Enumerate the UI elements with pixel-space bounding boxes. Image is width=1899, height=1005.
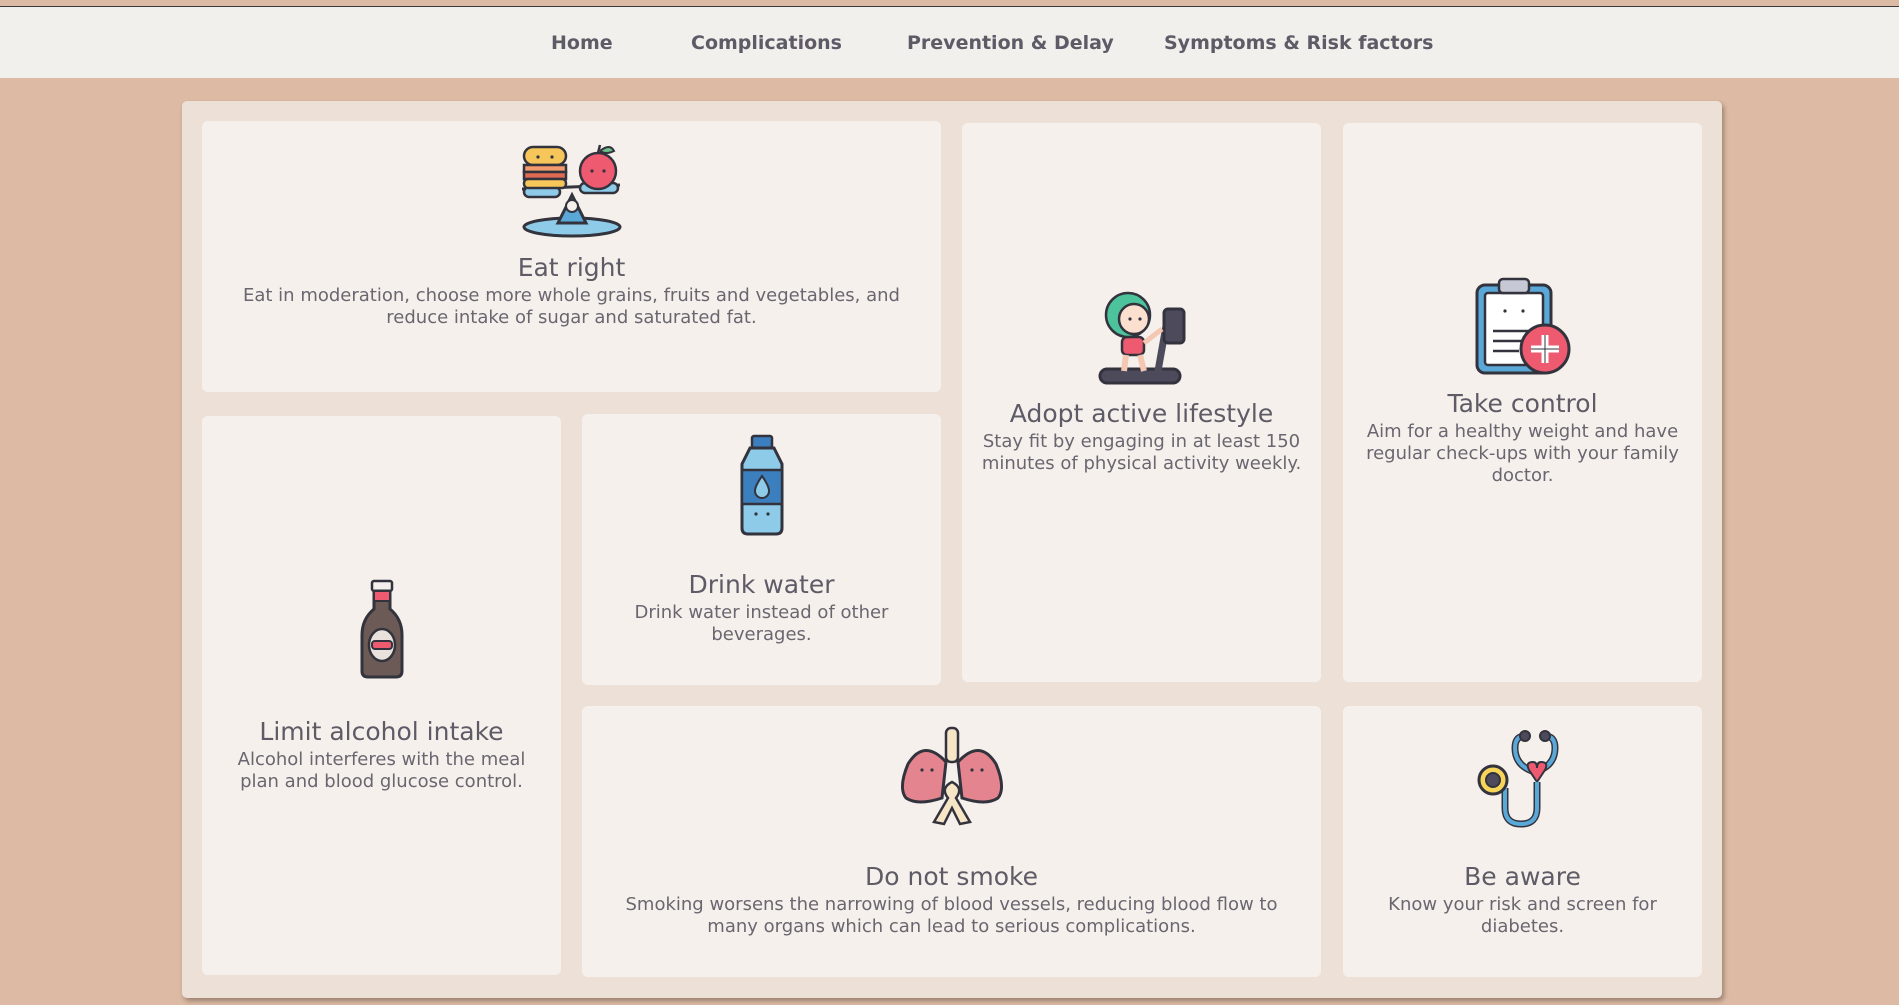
lungs-icon: [900, 726, 1003, 826]
stethoscope-icon: [1477, 730, 1559, 828]
card-drink-water-title: Drink water: [688, 570, 835, 599]
card-do-not-smoke: Do not smoke Smoking worsens the narrowi…: [582, 706, 1321, 977]
card-take-control-title: Take control: [1447, 389, 1598, 418]
nav-symptoms-risk-factors[interactable]: Symptoms & Risk factors: [1164, 32, 1433, 54]
nav-home[interactable]: Home: [551, 32, 613, 54]
card-limit-alcohol-text: Alcohol interferes with the meal plan an…: [237, 749, 526, 792]
card-active-lifestyle-text: Stay fit by engaging in at least 150 min…: [981, 431, 1302, 474]
medical-clipboard-icon: [1475, 277, 1570, 375]
top-navbar: Home Complications Prevention & Delay Sy…: [0, 7, 1899, 78]
beer-bottle-icon: [360, 579, 403, 679]
nav-prevention-delay[interactable]: Prevention & Delay: [907, 32, 1114, 54]
card-eat-right-text: Eat in moderation, choose more whole gra…: [243, 285, 900, 328]
card-limit-alcohol-title: Limit alcohol intake: [259, 717, 504, 746]
food-scale-icon: [521, 144, 621, 238]
card-do-not-smoke-title: Do not smoke: [864, 862, 1039, 891]
card-eat-right-title: Eat right: [517, 253, 626, 282]
prevention-panel: Eat right Eat in moderation, choose more…: [182, 101, 1722, 998]
treadmill-icon: [1098, 291, 1185, 385]
card-eat-right: Eat right Eat in moderation, choose more…: [202, 121, 941, 392]
card-active-lifestyle-title: Adopt active lifestyle: [1009, 399, 1274, 428]
card-take-control: Take control Aim for a healthy weight an…: [1343, 123, 1702, 682]
card-be-aware-title: Be aware: [1464, 862, 1581, 891]
card-drink-water: Drink water Drink water instead of other…: [582, 414, 941, 685]
nav-complications[interactable]: Complications: [691, 32, 842, 54]
water-bottle-icon: [740, 434, 783, 536]
card-take-control-text: Aim for a healthy weight and have regula…: [1366, 421, 1679, 486]
card-drink-water-text: Drink water instead of other beverages.: [634, 602, 889, 645]
card-be-aware: Be aware Know your risk and screen for d…: [1343, 706, 1702, 977]
card-do-not-smoke-text: Smoking worsens the narrowing of blood v…: [625, 894, 1278, 937]
card-active-lifestyle: Adopt active lifestyle Stay fit by engag…: [962, 123, 1321, 682]
card-limit-alcohol: Limit alcohol intake Alcohol interferes …: [202, 416, 561, 975]
card-be-aware-text: Know your risk and screen for diabetes.: [1388, 894, 1657, 937]
